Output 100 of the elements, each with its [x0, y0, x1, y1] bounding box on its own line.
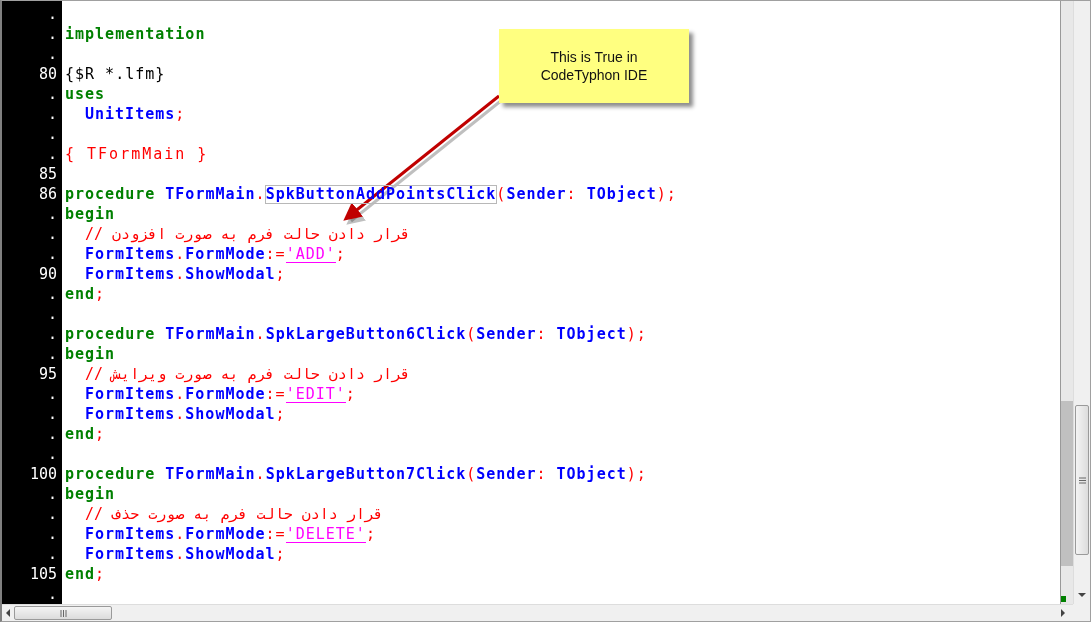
- code-symbol: .: [175, 404, 186, 424]
- code-identifier: TObject: [556, 324, 627, 344]
- line-number: .: [47, 305, 57, 323]
- line-number: .: [47, 245, 57, 263]
- line-number: .: [47, 405, 57, 423]
- line-number: .: [47, 5, 57, 23]
- code-keyword: uses: [65, 84, 106, 104]
- line-number: 85: [38, 165, 57, 183]
- code-identifier: TFormMain: [165, 184, 256, 204]
- code-identifier: ShowModal: [185, 264, 276, 284]
- line-number: .: [47, 285, 57, 303]
- line-number: .: [47, 205, 57, 223]
- line-number: .: [47, 25, 57, 43]
- code-symbol: .: [255, 324, 266, 344]
- code-keyword: procedure: [65, 184, 157, 204]
- horizontal-scrollbar[interactable]: [2, 604, 1073, 621]
- code-identifier: Sender: [476, 464, 537, 484]
- scroll-thumb[interactable]: [1075, 405, 1089, 555]
- change-marker: [1061, 596, 1066, 602]
- line-number: .: [47, 485, 57, 503]
- code-symbol: ;: [275, 264, 286, 284]
- code-symbol: :: [536, 464, 548, 484]
- code-symbol: .: [175, 524, 186, 544]
- line-number: .: [47, 445, 57, 463]
- line-number: 86: [38, 185, 57, 203]
- line-number: .: [47, 585, 57, 603]
- code-symbol: .: [175, 264, 186, 284]
- code-symbol: :=: [265, 244, 286, 264]
- line-number: 95: [38, 365, 57, 383]
- code-identifier: SpkLargeButton6Click: [265, 324, 467, 344]
- line-number: .: [47, 425, 57, 443]
- code-symbol: :: [536, 324, 548, 344]
- code-comment: // قرار دادن حالت فرم به صورت ویرایش: [85, 364, 411, 384]
- code-symbol: (: [466, 464, 477, 484]
- callout-text: CodeTyphon IDE: [540, 66, 648, 84]
- code-symbol: ;: [95, 564, 106, 584]
- code-identifier: FormItems: [85, 244, 176, 264]
- code-symbol: ;: [95, 284, 106, 304]
- line-number: 80: [38, 65, 57, 83]
- code-symbol: .: [255, 464, 266, 484]
- code-identifier: ShowModal: [185, 544, 276, 564]
- grip-icon: [1078, 476, 1086, 484]
- code-identifier: UnitItems: [85, 104, 176, 124]
- code-symbol: );: [626, 464, 647, 484]
- code-symbol: ;: [365, 524, 376, 544]
- code-keyword: procedure: [65, 324, 157, 344]
- code-symbol: ;: [275, 544, 286, 564]
- code-directive: {$R *.lfm}: [65, 64, 166, 84]
- code-keyword: end: [65, 424, 96, 444]
- down-arrow-icon[interactable]: [1078, 593, 1086, 598]
- right-arrow-icon[interactable]: [1061, 609, 1066, 617]
- code-symbol: .: [175, 544, 186, 564]
- line-number: .: [47, 145, 57, 163]
- code-symbol: .: [255, 184, 266, 204]
- code-symbol: ;: [275, 404, 286, 424]
- code-keyword: begin: [65, 484, 116, 504]
- line-number: .: [47, 125, 57, 143]
- code-identifier: ShowModal: [185, 404, 276, 424]
- line-number: 100: [29, 465, 57, 483]
- line-number: 105: [29, 565, 57, 583]
- code-identifier: FormItems: [85, 524, 176, 544]
- code-identifier: FormMode: [185, 524, 266, 544]
- code-identifier: TFormMain: [165, 464, 256, 484]
- code-symbol: ;: [95, 424, 106, 444]
- line-number: .: [47, 545, 57, 563]
- line-number: .: [47, 85, 57, 103]
- code-identifier: FormMode: [185, 384, 266, 404]
- code-string: 'ADD': [285, 245, 336, 263]
- code-comment: { TFormMain }: [65, 144, 209, 164]
- line-number: .: [47, 105, 57, 123]
- vertical-scrollbar[interactable]: [1073, 1, 1090, 604]
- code-identifier: TObject: [586, 184, 657, 204]
- code-symbol: .: [175, 244, 186, 264]
- line-number: 90: [38, 265, 57, 283]
- line-number: .: [47, 385, 57, 403]
- code-keyword: begin: [65, 344, 116, 364]
- code-identifier: Sender: [476, 324, 537, 344]
- code-symbol: :=: [265, 384, 286, 404]
- code-comment: // قرار دادن حالت فرم به صورت حذف: [85, 504, 384, 524]
- code-keyword: implementation: [65, 24, 206, 44]
- code-identifier: FormItems: [85, 404, 176, 424]
- code-string: 'EDIT': [285, 385, 346, 403]
- code-symbol: );: [656, 184, 677, 204]
- code-identifier: Sender: [506, 184, 567, 204]
- code-identifier: TFormMain: [165, 324, 256, 344]
- line-number: .: [47, 325, 57, 343]
- code-symbol: ;: [335, 244, 346, 264]
- code-identifier: FormItems: [85, 264, 176, 284]
- line-number: .: [47, 225, 57, 243]
- code-keyword: end: [65, 284, 96, 304]
- code-comment: // قرار دادن حالت فرم به صورت افزودن: [85, 224, 411, 244]
- scroll-thumb[interactable]: [14, 606, 112, 620]
- line-number: .: [47, 505, 57, 523]
- line-number: .: [47, 525, 57, 543]
- code-keyword: end: [65, 564, 96, 584]
- code-symbol: ;: [345, 384, 356, 404]
- code-keyword: begin: [65, 204, 116, 224]
- code-symbol: :=: [265, 524, 286, 544]
- code-symbol: :: [566, 184, 578, 204]
- left-arrow-icon[interactable]: [5, 609, 10, 617]
